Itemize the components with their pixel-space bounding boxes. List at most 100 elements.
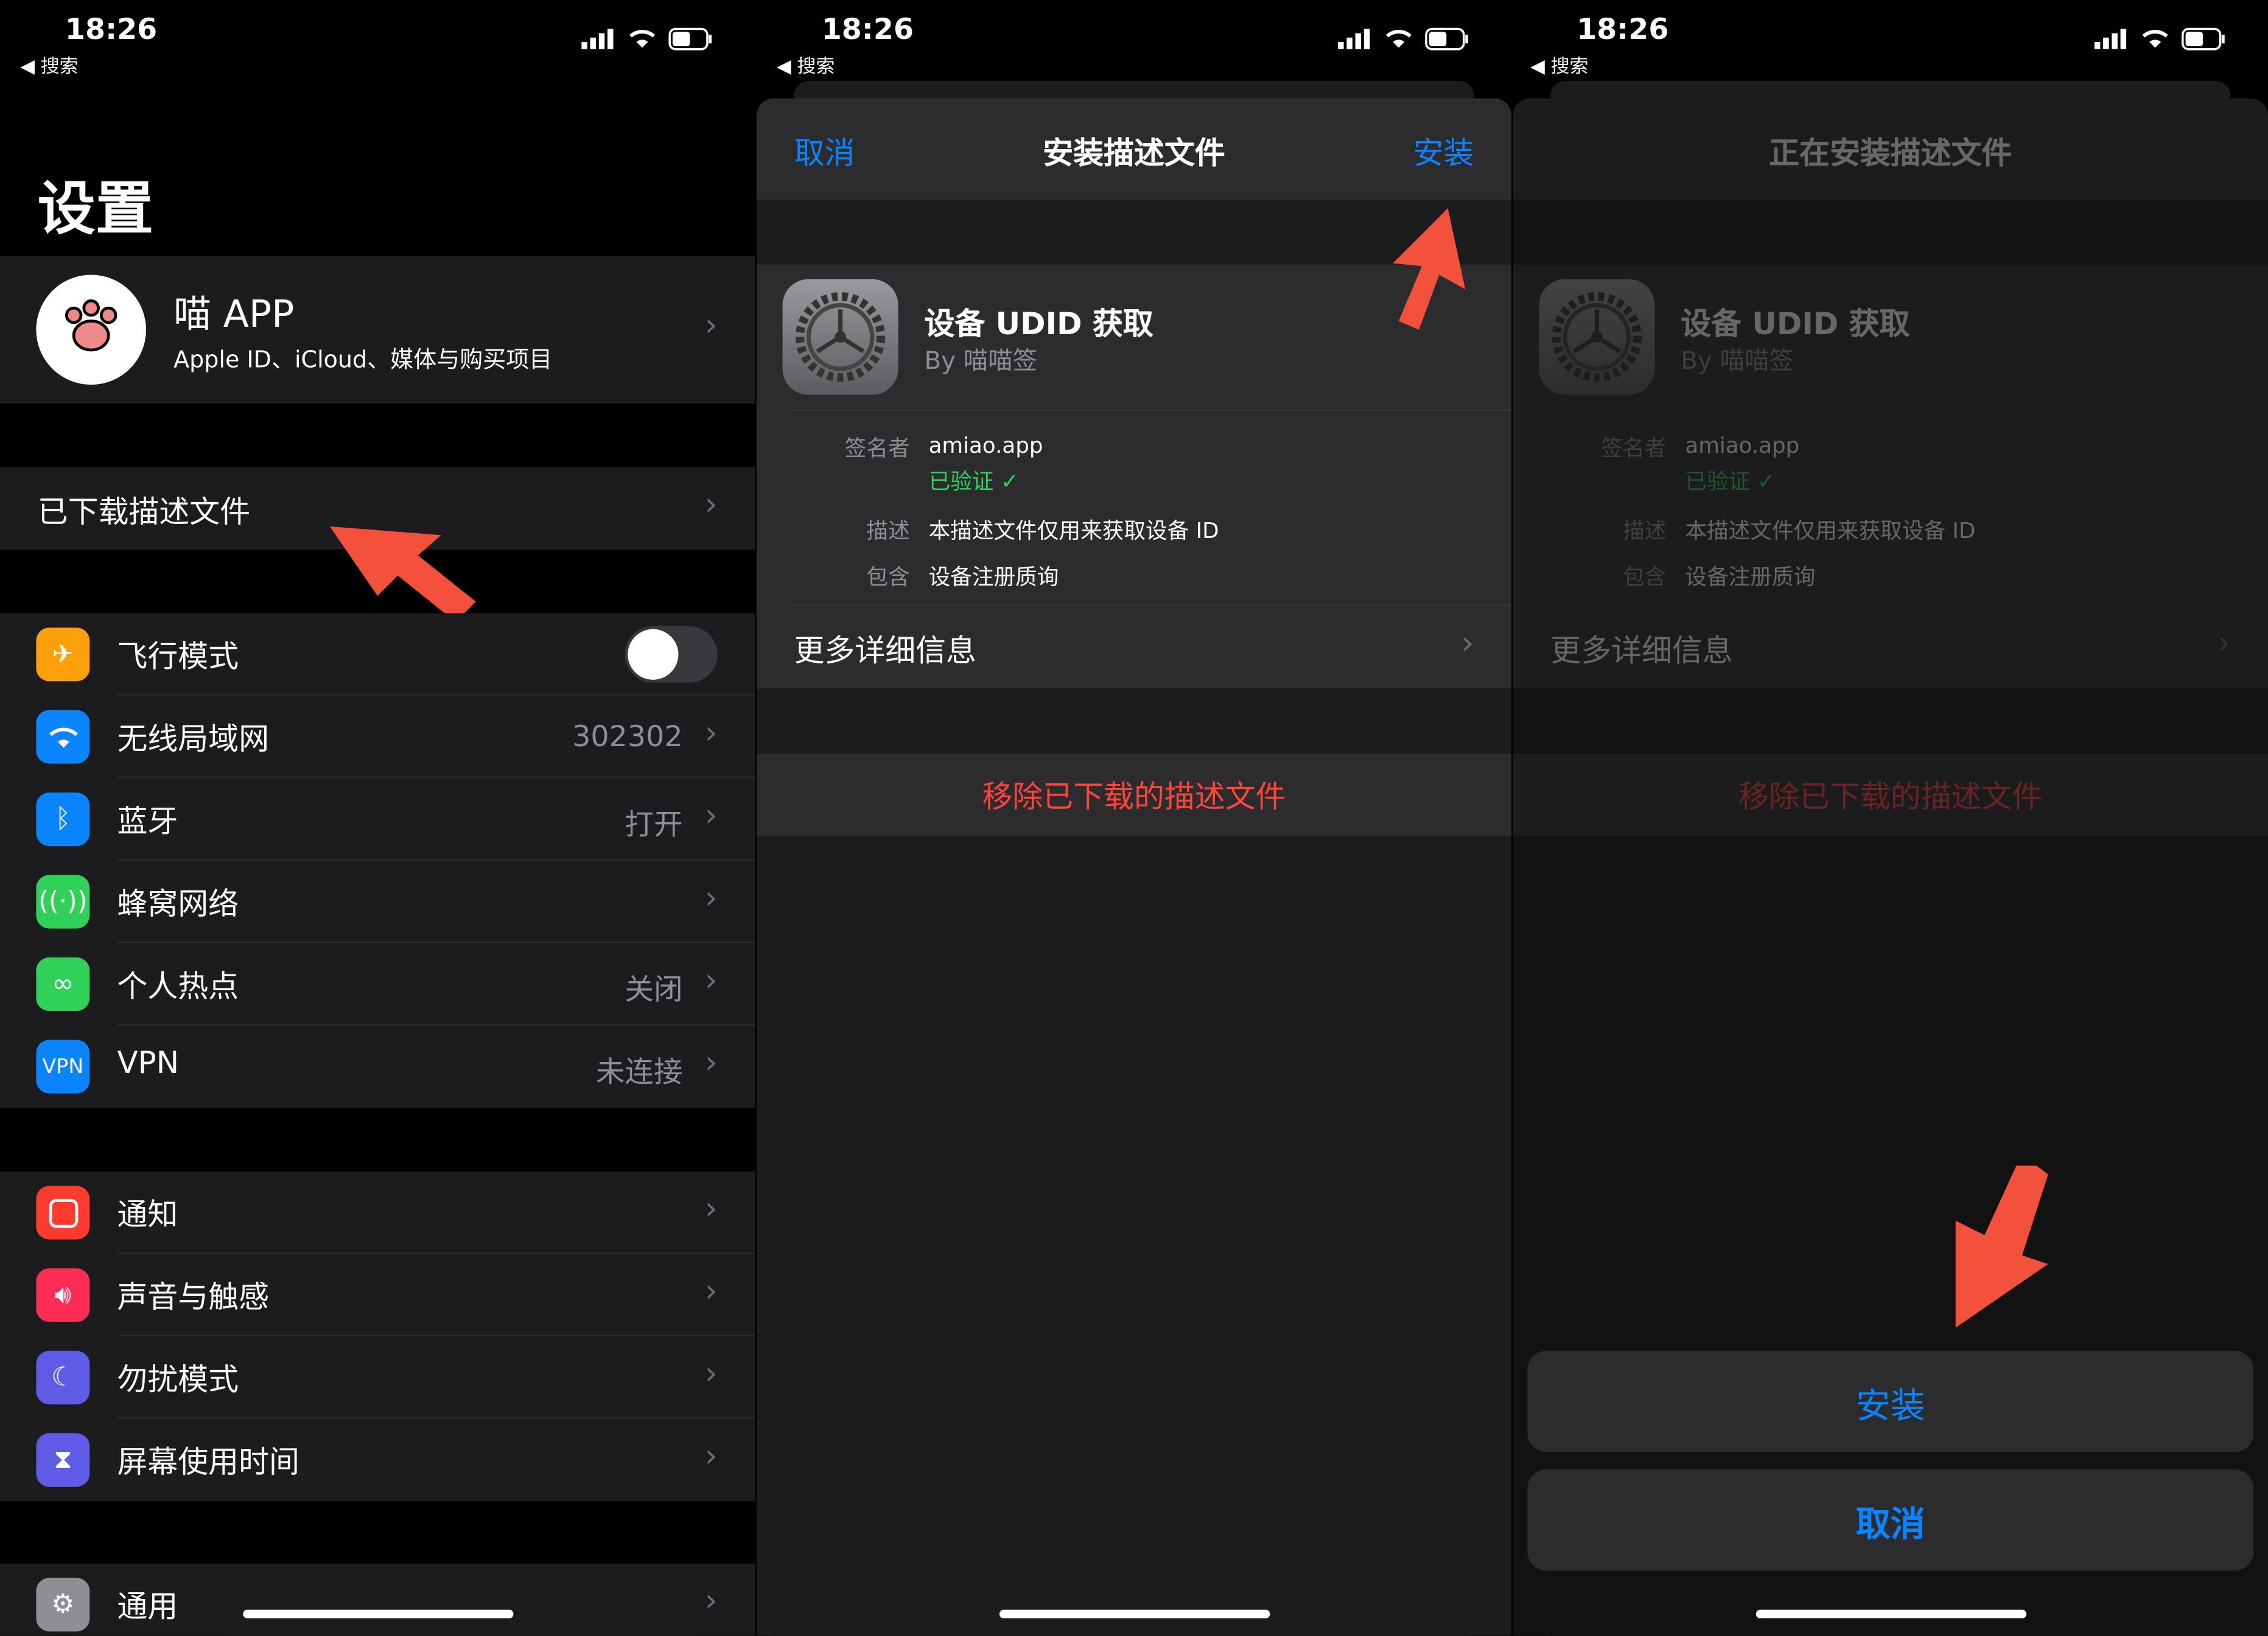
status-icons [2094,27,2228,51]
back-to-search[interactable]: ◀ 搜索 [20,51,78,79]
chevron-right-icon: › [704,963,718,1000]
moon-icon: ☾ [36,1351,90,1405]
more-details-label: 更多详细信息 [794,633,976,668]
cellular-row[interactable]: ((·)) 蜂窝网络 › [0,860,755,943]
install-button[interactable]: 安装 [1413,130,1474,173]
more-details-row[interactable]: 更多详细信息 › [757,606,1511,688]
row-label: 个人热点 [117,969,239,1004]
gear-icon: ⚙ [36,1578,90,1632]
chevron-right-icon: › [704,308,718,344]
status-icons [581,27,715,51]
row-label: 无线局域网 [117,721,269,757]
hotspot-row[interactable]: ∞ 个人热点 关闭 › [0,943,755,1026]
wifi-icon [629,30,656,48]
apple-id-row[interactable]: 喵 APP Apple ID、iCloud、媒体与购买项目 › [0,256,755,404]
antenna-icon: ((·)) [36,875,90,929]
airplane-mode-row[interactable]: ✈ 飞行模式 [0,613,755,696]
status-time: 18:26 [65,12,158,47]
chevron-right-icon: › [704,1046,718,1082]
vpn-icon: VPN [36,1040,90,1094]
action-install-button[interactable]: 安装 [1527,1351,2254,1452]
row-label: 勿扰模式 [117,1362,239,1397]
row-value: 关闭 [625,971,683,1007]
chevron-right-icon: › [1461,626,1474,663]
general-row[interactable]: ⚙ 通用 › [0,1563,755,1636]
sheet-title: 安装描述文件 [1043,136,1225,171]
page-title: 设置 [37,176,153,243]
cellular-signal-icon [1338,29,1370,49]
chevron-right-icon: › [704,716,718,752]
hotspot-link-icon: ∞ [36,957,90,1012]
chevron-right-icon: › [704,1274,718,1310]
chevron-right-icon: › [704,1584,718,1620]
home-indicator [243,1609,514,1619]
status-time: 18:26 [1577,12,1669,47]
downloaded-profile-label: 已下载描述文件 [37,494,251,530]
chevron-right-icon: › [704,881,718,917]
home-indicator [1755,1609,2027,1619]
wifi-icon [1385,30,1412,48]
status-icons [1338,27,1471,51]
row-label: 通用 [117,1589,178,1624]
nav-bar: 取消 安装描述文件 安装 [756,98,1512,200]
notification-icon [36,1186,90,1240]
battery-icon [2182,27,2225,51]
settings-gear-icon [782,279,898,395]
chevron-right-icon: › [704,1192,718,1228]
signer-label: 签名者 [844,435,910,462]
remove-profile-button[interactable]: 移除已下载的描述文件 [756,753,1512,836]
back-to-search[interactable]: ◀ 搜索 [777,51,835,79]
cellular-signal-icon [2094,29,2127,49]
row-label: 通知 [117,1197,178,1232]
action-cancel-button[interactable]: 取消 [1527,1469,2254,1571]
verified-label: 已验证 ✓ [928,468,1019,495]
contains-value: 设备注册质询 [928,564,1059,590]
row-label: 声音与触感 [117,1280,269,1315]
pointer-arrow-icon [329,526,476,622]
dnd-row[interactable]: ☾ 勿扰模式 › [0,1336,755,1419]
checkmark-icon: ✓ [1000,468,1019,495]
vpn-row[interactable]: VPN VPN 未连接 › [0,1025,755,1108]
notifications-row[interactable]: 通知 › [0,1171,755,1254]
contains-label: 包含 [866,564,910,590]
avatar [36,274,147,385]
signer-value: amiao.app [928,432,1043,459]
row-label: 飞行模式 [117,639,239,674]
row-label: 蓝牙 [117,804,178,839]
chevron-right-icon: › [704,798,718,835]
row-label: 屏幕使用时间 [117,1444,299,1480]
installing-screen: 18:26 ◀ 搜索 正在安装描述文件 设备 UDID 获取 By 喵喵签 签名… [1513,0,2268,1636]
pointer-arrow-icon [1393,208,1466,330]
profile-name: 设备 UDID 获取 [924,306,1153,341]
install-profile-screen: 18:26 ◀ 搜索 取消 安装描述文件 安装 设备 UDID 获取 By 喵喵… [756,0,1512,1636]
row-label: 蜂窝网络 [117,886,239,921]
bluetooth-icon: ᛒ [36,792,90,847]
description-label: 描述 [866,517,910,544]
sounds-row[interactable]: 🔊︎ 声音与触感 › [0,1254,755,1337]
airplane-toggle[interactable] [625,626,718,683]
status-time: 18:26 [821,12,914,47]
screen-time-row[interactable]: ⧗ 屏幕使用时间 › [0,1419,755,1501]
wifi-icon [2142,30,2168,48]
wifi-icon [36,710,90,764]
settings-screen: 18:26 ◀ 搜索 设置 喵 APP Apple ID、iCloud、媒体与购… [0,0,755,1636]
chevron-right-icon: › [704,487,718,524]
speaker-icon: 🔊︎ [36,1268,90,1322]
profile-by: By 喵喵签 [924,347,1038,376]
pointer-arrow-icon [1955,1166,2048,1328]
description-value: 本描述文件仅用来获取设备 ID [928,517,1219,544]
home-indicator [999,1609,1270,1619]
profile-name: 喵 APP [173,293,295,337]
wifi-row[interactable]: 无线局域网 302302 › [0,695,755,778]
row-label: VPN [117,1046,180,1081]
back-to-search[interactable]: ◀ 搜索 [1530,51,1588,79]
row-value: 打开 [625,806,683,842]
cellular-signal-icon [581,29,614,49]
battery-icon [668,27,712,51]
row-value: 302302 [572,719,683,754]
bluetooth-row[interactable]: ᛒ 蓝牙 打开 › [0,778,755,861]
chevron-right-icon: › [704,1356,718,1393]
airplane-icon: ✈ [36,627,90,682]
cat-paw-icon [65,299,117,352]
row-value: 未连接 [596,1054,683,1089]
